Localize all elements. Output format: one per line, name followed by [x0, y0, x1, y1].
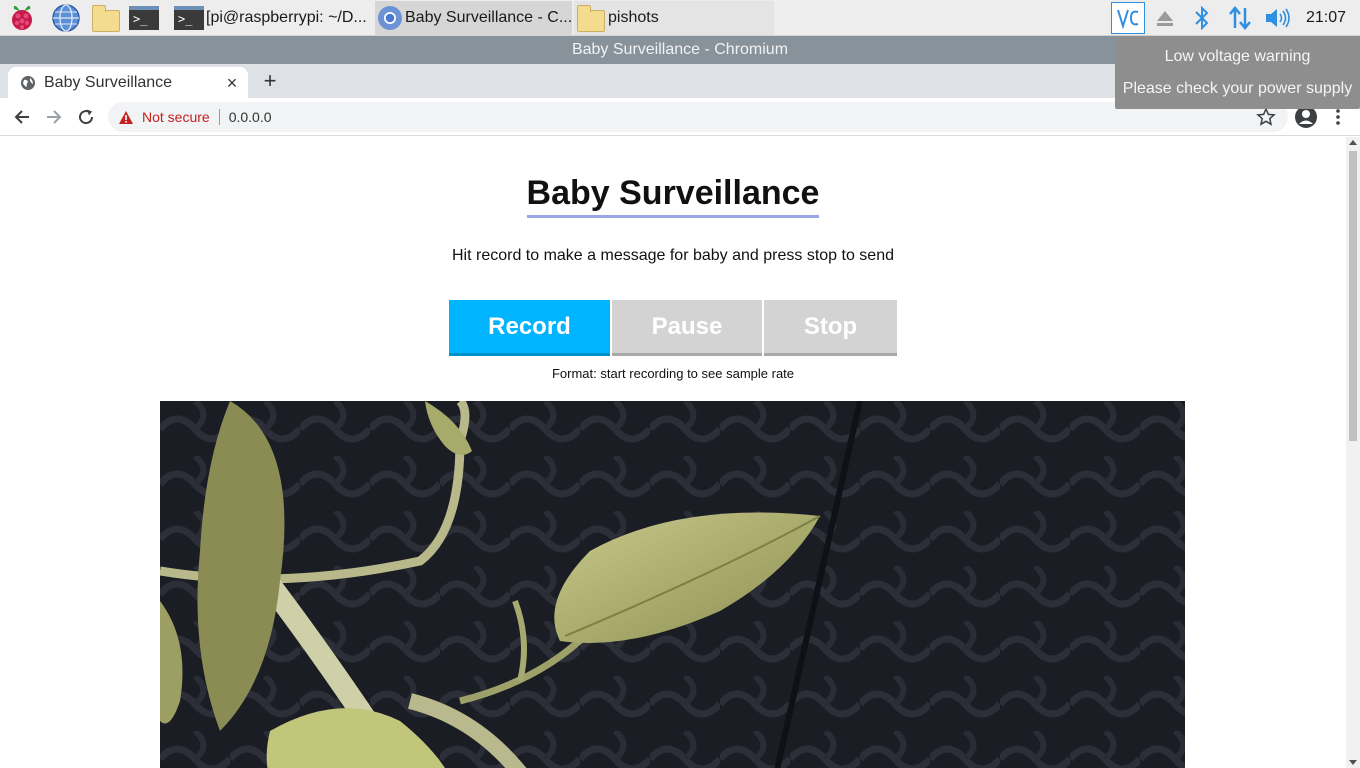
page-title-wrapper: Baby Surveillance	[0, 174, 1346, 218]
reload-icon[interactable]	[72, 103, 100, 131]
page-content: Baby Surveillance Hit record to make a m…	[0, 137, 1346, 768]
raspberry-menu-icon[interactable]	[6, 2, 38, 34]
recording-controls: Record Pause Stop	[449, 300, 897, 356]
address-bar[interactable]: Not secure 0.0.0.0	[108, 102, 1288, 132]
task-label: pishots	[608, 9, 659, 26]
volume-icon[interactable]	[1264, 4, 1292, 32]
record-button[interactable]: Record	[449, 300, 610, 356]
camera-frame-image	[160, 401, 1185, 768]
omnibox-separator	[218, 109, 220, 125]
page-instructions: Hit record to make a message for baby an…	[451, 247, 894, 264]
network-icon[interactable]	[1226, 4, 1254, 32]
taskbar-task-terminal[interactable]: >_ [pi@raspberrypi: ~/D...	[172, 1, 374, 35]
tab-title: Baby Surveillance	[44, 73, 173, 91]
globe-icon	[20, 75, 36, 91]
tab-close-icon[interactable]: ×	[222, 73, 242, 93]
terminal-icon: >_	[174, 6, 204, 30]
new-tab-button[interactable]: +	[258, 69, 282, 93]
taskbar-task-chromium[interactable]: Baby Surveillance - C...	[375, 1, 572, 35]
tab-baby-surveillance[interactable]: Baby Surveillance ×	[8, 67, 248, 98]
bluetooth-icon[interactable]	[1188, 4, 1216, 32]
scrollbar-thumb[interactable]	[1349, 151, 1357, 441]
os-taskbar: >_ >_ [pi@raspberrypi: ~/D... Baby Surve…	[0, 0, 1360, 36]
stop-button[interactable]: Stop	[764, 300, 897, 356]
vnc-icon[interactable]	[1111, 2, 1145, 34]
scroll-down-arrow-icon[interactable]	[1349, 760, 1357, 765]
url-text[interactable]: 0.0.0.0	[229, 109, 272, 125]
low-voltage-notification[interactable]: Low voltage warning Please check your po…	[1115, 36, 1360, 109]
page-scrollbar[interactable]	[1346, 137, 1360, 768]
bookmark-star-icon[interactable]	[1256, 107, 1276, 127]
notification-message: Please check your power supply	[1122, 80, 1353, 97]
back-icon[interactable]	[8, 103, 36, 131]
format-info: Format: start recording to see sample ra…	[551, 366, 795, 381]
file-manager-icon[interactable]	[90, 2, 122, 34]
web-browser-icon[interactable]	[50, 2, 82, 34]
terminal-launcher-icon[interactable]: >_	[128, 2, 160, 34]
pause-button[interactable]: Pause	[612, 300, 762, 356]
security-indicator[interactable]: Not secure	[142, 109, 210, 125]
chromium-icon	[377, 3, 403, 33]
notification-title: Low voltage warning	[1164, 48, 1311, 65]
taskbar-task-pishots[interactable]: pishots	[574, 1, 774, 35]
forward-icon[interactable]	[40, 103, 68, 131]
warning-icon	[118, 110, 134, 125]
folder-icon	[577, 5, 605, 32]
task-label: [pi@raspberrypi: ~/D...	[206, 9, 367, 26]
eject-icon[interactable]	[1151, 4, 1179, 32]
task-label: Baby Surveillance - C...	[405, 9, 572, 26]
scroll-up-arrow-icon[interactable]	[1349, 140, 1357, 145]
page-title: Baby Surveillance	[526, 174, 820, 218]
clock[interactable]: 21:07	[1306, 0, 1346, 36]
camera-video-feed[interactable]	[160, 401, 1185, 768]
